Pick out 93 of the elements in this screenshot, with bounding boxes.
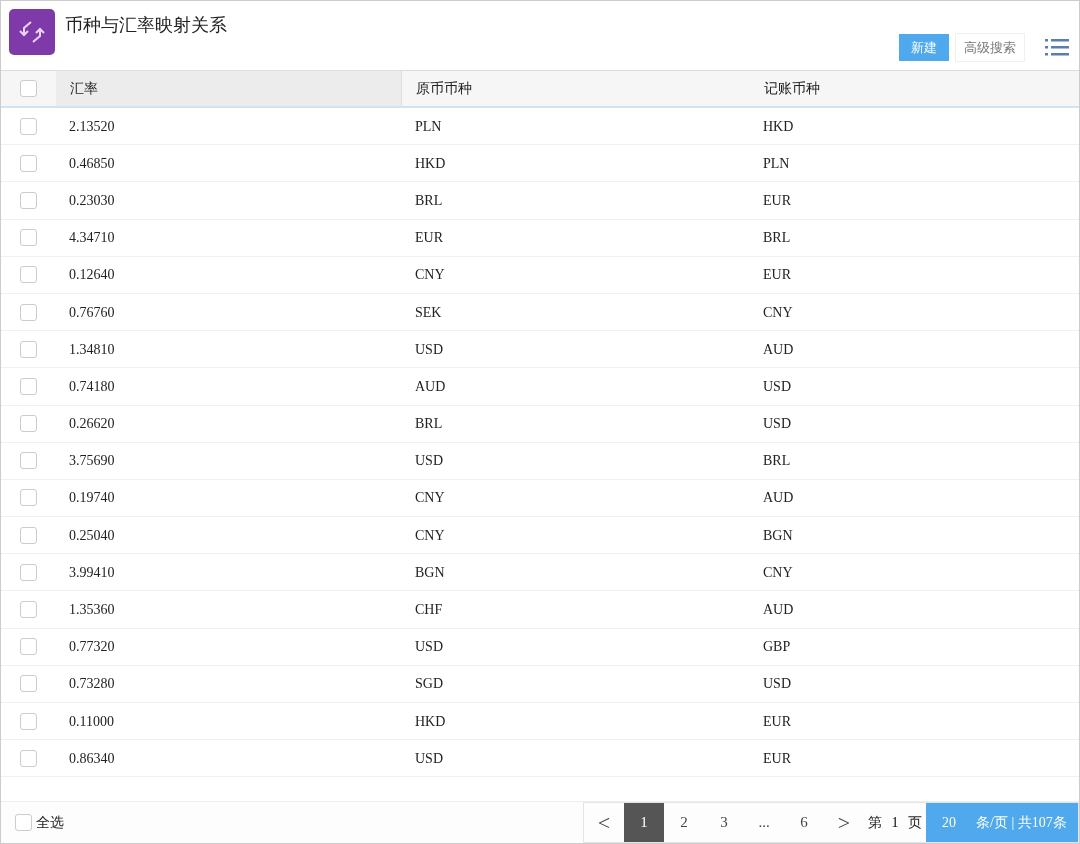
- table-cell-text: 3.99410: [68, 563, 116, 582]
- row-checkbox[interactable]: [20, 191, 37, 209]
- row-checkbox[interactable]: [20, 601, 37, 619]
- table-cell-text: SGD: [414, 675, 444, 694]
- column-header[interactable]: 原币币种: [402, 71, 750, 106]
- column-header[interactable]: 汇率: [56, 71, 402, 106]
- table-cell-text: USD: [762, 415, 792, 434]
- table-cell-text: USD: [762, 675, 792, 694]
- page-button[interactable]: 6: [784, 803, 824, 842]
- page-prefix-label: 第: [868, 814, 882, 832]
- column-header[interactable]: 记账币种: [750, 71, 1079, 106]
- table-cell-text: BRL: [414, 415, 444, 434]
- row-checkbox[interactable]: [20, 415, 37, 433]
- row-checkbox[interactable]: [20, 266, 37, 284]
- table-cell-text: 0.77320: [68, 638, 116, 657]
- table-cell-text: BGN: [414, 563, 446, 582]
- page-button[interactable]: ...: [744, 803, 784, 842]
- table-cell-text: HKD: [414, 154, 447, 173]
- table-cell-text: EUR: [762, 266, 792, 285]
- table-cell-text: 0.46850: [68, 154, 116, 173]
- table-cell-text: BRL: [762, 452, 792, 471]
- row-checkbox[interactable]: [20, 526, 37, 544]
- table-cell-text: AUD: [762, 601, 795, 620]
- previous-page-button[interactable]: <: [584, 803, 624, 842]
- table-cell-text: 1.35360: [68, 601, 116, 620]
- table-cell-text: 1.34810: [68, 340, 116, 359]
- next-page-button[interactable]: >: [824, 803, 864, 842]
- row-checkbox[interactable]: [20, 489, 37, 507]
- table-cell-text: CHF: [414, 601, 444, 620]
- row-checkbox[interactable]: [20, 749, 37, 767]
- table-cell-text: 0.74180: [68, 377, 116, 396]
- page-button[interactable]: 2: [664, 803, 704, 842]
- table-cell-text: 0.11000: [68, 712, 115, 731]
- app-logo-icon: [9, 9, 55, 55]
- row-checkbox[interactable]: [20, 675, 37, 693]
- table-cell-text: AUD: [414, 377, 447, 396]
- table-cell-text: USD: [414, 340, 444, 359]
- page-button[interactable]: 3: [704, 803, 744, 842]
- table-cell-text: EUR: [762, 749, 792, 768]
- table-cell-text: GBP: [762, 638, 792, 657]
- table-cell-text: USD: [414, 638, 444, 657]
- table-cell-text: AUD: [762, 340, 795, 359]
- table-cell-text: USD: [414, 749, 444, 768]
- page-number-field[interactable]: 1: [882, 812, 908, 833]
- page-suffix-label: 页: [908, 814, 922, 832]
- advanced-search-button[interactable]: 高级搜索: [955, 32, 1025, 62]
- table-cell-text: 0.73280: [68, 675, 116, 694]
- row-checkbox[interactable]: [20, 340, 37, 358]
- select-all-checkbox[interactable]: [15, 814, 32, 831]
- row-checkbox[interactable]: [20, 377, 37, 395]
- table-cell-text: AUD: [762, 489, 795, 508]
- table-cell-text: 0.25040: [68, 526, 116, 545]
- table-cell-text: EUR: [414, 229, 444, 248]
- page-button[interactable]: 1: [624, 803, 664, 842]
- table-cell-text: CNY: [414, 526, 446, 545]
- row-checkbox[interactable]: [20, 154, 37, 172]
- row-checkbox[interactable]: [20, 638, 37, 656]
- table-cell-text: 2.13520: [68, 117, 116, 136]
- table-cell-text: BRL: [414, 191, 444, 210]
- row-checkbox[interactable]: [20, 563, 37, 581]
- table-cell-text: USD: [762, 377, 792, 396]
- header-checkbox[interactable]: [20, 80, 37, 97]
- row-checkbox[interactable]: [20, 229, 37, 247]
- row-checkbox[interactable]: [20, 303, 37, 321]
- table-cell-text: PLN: [414, 117, 443, 136]
- table-cell-text: 0.12640: [68, 266, 116, 285]
- table-cell-text: 3.75690: [68, 452, 116, 471]
- table-cell-text: CNY: [414, 489, 446, 508]
- table-cell-text: 4.34710: [68, 229, 116, 248]
- record-summary: 条/页 | 共107条: [976, 814, 1067, 832]
- table-cell-text: CNY: [762, 303, 794, 322]
- table-cell-text: 0.86340: [68, 749, 116, 768]
- table-cell-text: BGN: [762, 526, 794, 545]
- table-cell-text: 0.76760: [68, 303, 116, 322]
- table-cell-text: PLN: [762, 154, 791, 173]
- row-checkbox[interactable]: [20, 117, 37, 135]
- table-cell-text: HKD: [414, 712, 447, 731]
- table-cell-text: CNY: [762, 563, 794, 582]
- table-cell-text: EUR: [762, 191, 792, 210]
- row-checkbox[interactable]: [20, 452, 37, 470]
- table-cell-text: CNY: [414, 266, 446, 285]
- table-cell-text: BRL: [762, 229, 792, 248]
- table-cell-text: USD: [414, 452, 444, 471]
- table-cell-text: 0.23030: [68, 191, 116, 210]
- menu-icon[interactable]: [1045, 37, 1069, 58]
- table-cell-text: HKD: [762, 117, 795, 136]
- table-cell-text: SEK: [414, 303, 443, 322]
- select-all-label: 全选: [36, 813, 64, 832]
- table-cell-text: EUR: [762, 712, 792, 731]
- table-cell-text: 0.26620: [68, 415, 116, 434]
- row-checkbox[interactable]: [20, 712, 37, 730]
- table-cell-text: 0.19740: [68, 489, 116, 508]
- page-title: 币种与汇率映射关系: [65, 13, 227, 37]
